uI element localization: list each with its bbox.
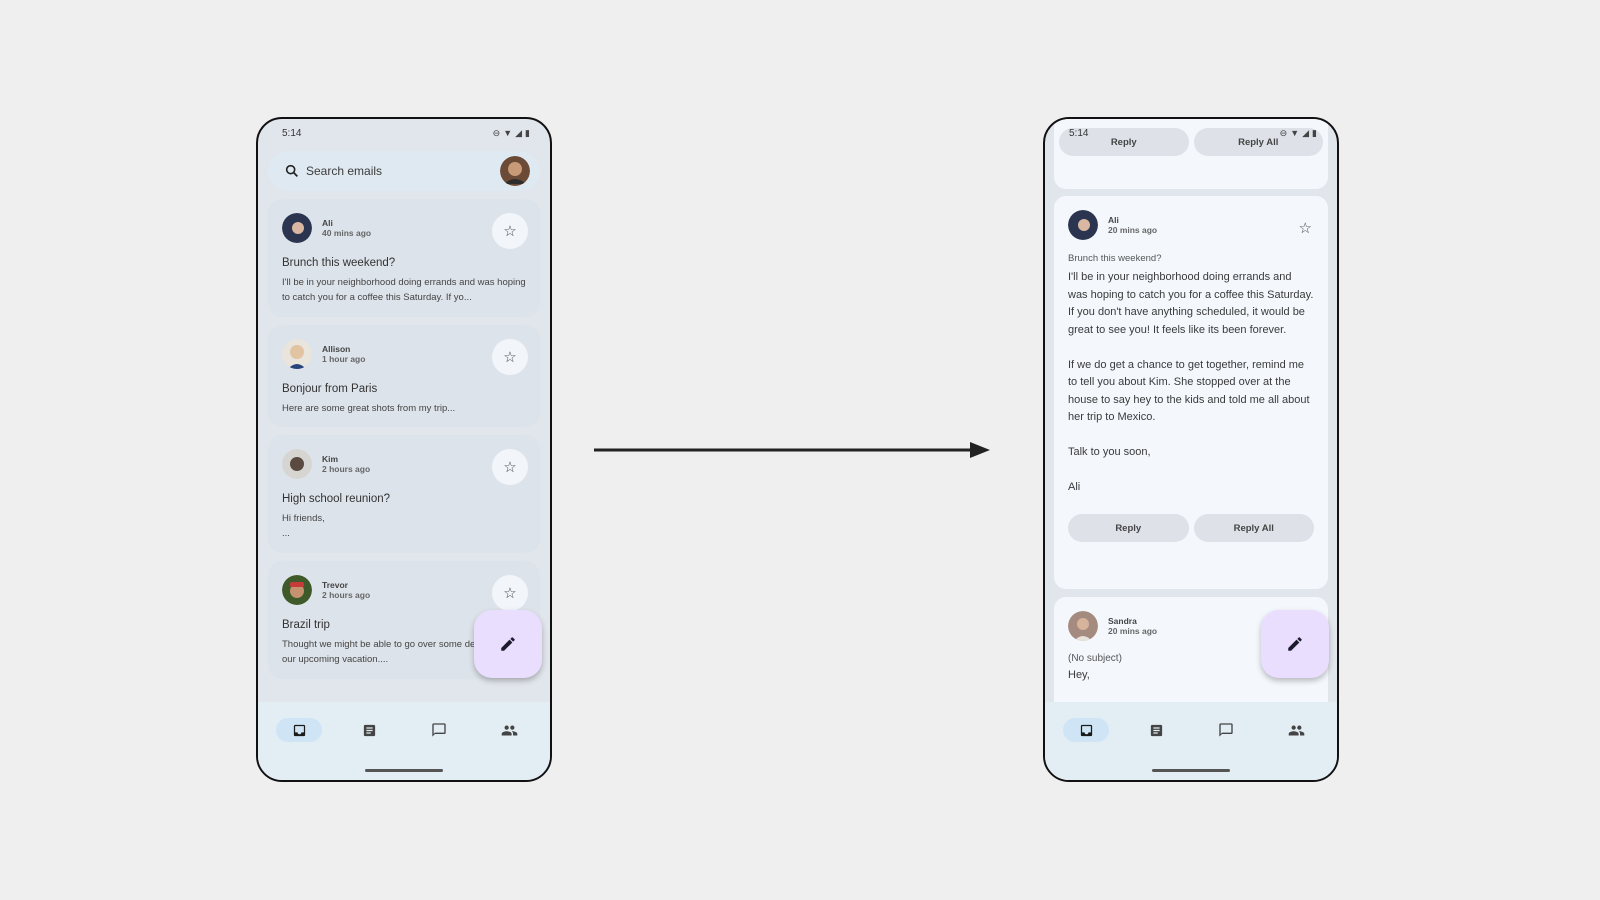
home-indicator[interactable] [365,769,443,772]
home-indicator[interactable] [1152,769,1230,772]
battery-icon: ▮ [525,127,530,138]
nav-articles[interactable] [346,718,392,742]
articles-icon [363,724,375,736]
battery-icon: ▮ [1312,127,1317,138]
nav-contacts[interactable] [1273,718,1319,742]
body-paragraph: Talk to you soon, [1068,446,1151,458]
contacts-icon [1288,725,1304,735]
chat-icon [1219,723,1233,737]
email-time: 40 mins ago [322,228,372,238]
compose-button[interactable] [1261,610,1329,678]
email-time: 20 mins ago [1108,626,1158,636]
search-input[interactable] [306,164,500,178]
transition-arrow [594,442,990,458]
email-time: 2 hours ago [322,464,371,474]
reply-all-button[interactable]: Reply All [1193,514,1314,542]
email-preview: Hi friends, [282,513,325,524]
email-body: I'll be in your neighborhood doing erran… [1068,269,1314,497]
open-email-card: Ali 20 mins ago ☆ Brunch this weekend? I… [1054,196,1328,589]
body-paragraph: If we do get a chance to get together, r… [1068,358,1310,424]
avatar [1068,210,1098,240]
sender-name: Allison [322,344,351,354]
status-bar: 5:14 ⊖ ▼ ◢ ▮ [1045,119,1337,147]
email-subject: High school reunion? [282,493,391,505]
avatar [1068,611,1098,641]
articles-icon [1150,724,1162,736]
search-bar[interactable] [268,151,540,191]
nav-chat[interactable] [416,718,462,742]
sender-name: Sandra [1108,616,1137,626]
avatar [282,449,312,479]
star-button[interactable]: ☆ [492,575,528,611]
email-time: 1 hour ago [322,354,366,364]
do-not-disturb-icon: ⊖ [492,127,501,138]
inbox-icon [293,724,305,736]
sender-name: Trevor [322,580,348,590]
email-card[interactable]: Ali 40 mins ago ☆ Brunch this weekend? I… [268,199,540,317]
wifi-icon: ▼ [503,127,513,138]
sender-name: Ali [322,218,333,228]
nav-contacts[interactable] [486,718,532,742]
avatar [282,339,312,369]
avatar [282,213,312,243]
email-card[interactable]: Kim 2 hours ago ☆ High school reunion? H… [268,435,540,553]
status-time: 5:14 [1069,127,1089,139]
body-paragraph: I'll be in your neighborhood doing erran… [1068,271,1314,336]
star-button[interactable]: ☆ [492,213,528,249]
nav-articles[interactable] [1133,718,1179,742]
inbox-icon [1080,724,1092,736]
profile-avatar[interactable] [500,156,530,186]
pencil-icon [1288,637,1302,651]
nav-inbox[interactable] [276,718,322,742]
star-button[interactable]: ☆ [492,449,528,485]
email-card[interactable]: Allison 1 hour ago ☆ Bonjour from Paris … [268,325,540,427]
phone-inbox-list: 5:14 ⊖ ▼ ◢ ▮ Ali 40 mins ago ☆ Brunch th… [256,117,552,782]
reply-button[interactable]: Reply [1068,514,1189,542]
phone-email-detail: Reply Reply All 5:14 ⊖ ▼ ◢ ▮ Ali 20 mins… [1043,117,1339,782]
star-icon[interactable]: ☆ [1299,219,1312,237]
search-icon [285,164,298,177]
signal-icon: ◢ [515,127,523,138]
star-button[interactable]: ☆ [492,339,528,375]
chat-icon [432,723,446,737]
email-preview: I'll be in your neighborhood doing erran… [282,277,526,303]
body-signature: Ali [1068,481,1081,493]
status-bar: 5:14 ⊖ ▼ ◢ ▮ [258,119,550,147]
star-icon: ☆ [503,459,517,476]
nav-inbox[interactable] [1063,718,1109,742]
email-subject: Brunch this weekend? [1068,253,1162,264]
do-not-disturb-icon: ⊖ [1279,127,1288,138]
email-preview-ellipsis: ... [282,528,290,539]
signal-icon: ◢ [1302,127,1310,138]
nav-chat[interactable] [1203,718,1249,742]
email-time: 2 hours ago [322,590,371,600]
star-icon: ☆ [503,349,517,366]
email-subject: Bonjour from Paris [282,383,378,395]
compose-button[interactable] [474,610,542,678]
avatar [282,575,312,605]
status-time: 5:14 [282,127,302,139]
star-icon: ☆ [503,585,517,602]
sender-name: Ali [1108,215,1119,225]
email-preview: Here are some great shots from my trip..… [282,403,456,414]
email-subject: Brunch this weekend? [282,257,396,269]
wifi-icon: ▼ [1290,127,1300,138]
sender-name: Kim [322,454,339,464]
contacts-icon [501,725,517,735]
star-icon: ☆ [503,223,517,240]
pencil-icon [501,637,515,651]
email-time: 20 mins ago [1108,225,1158,235]
